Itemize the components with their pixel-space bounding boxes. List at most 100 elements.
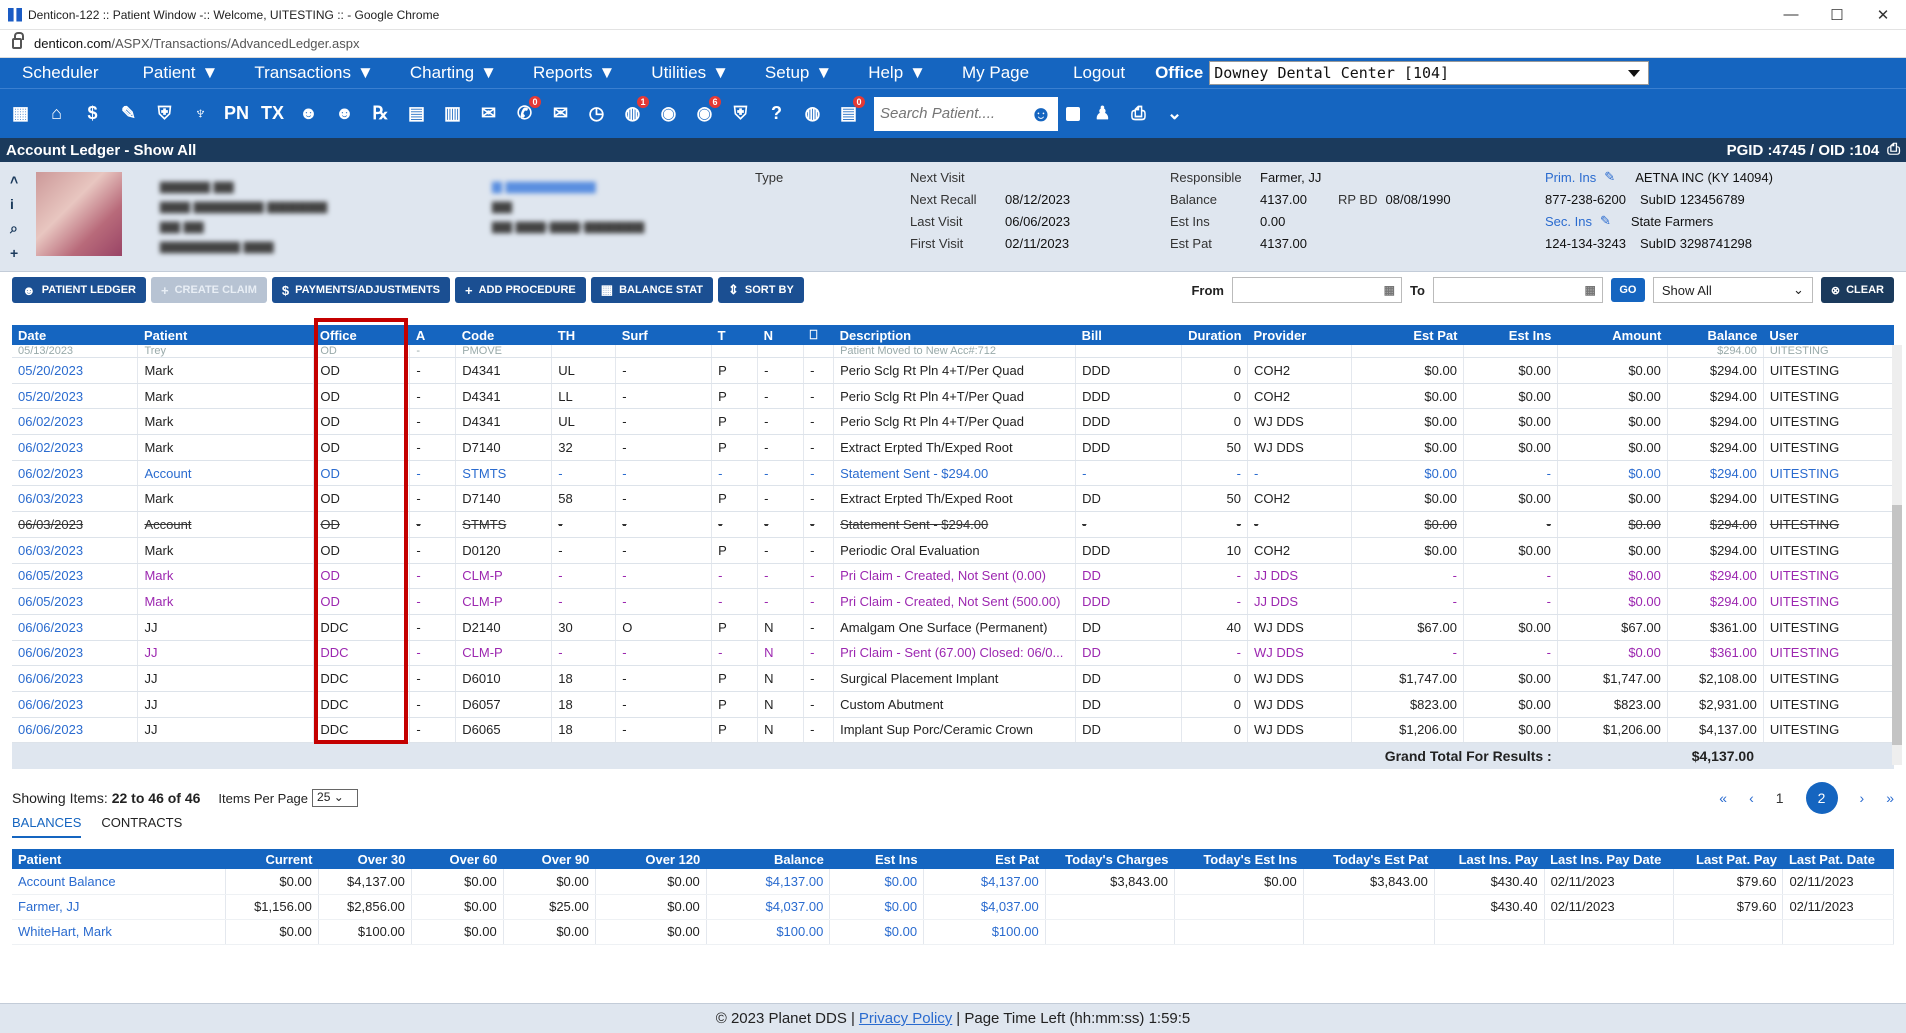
column-header[interactable]: Surf [615,325,712,345]
to-date-input[interactable]: ▦ [1432,277,1603,303]
table-row[interactable]: 06/06/2023 JJ DDC - D6057 18- P N - Custom Abutme… [12,691,1895,718]
column-header[interactable]: Est Ins [1463,325,1558,345]
first-page-button[interactable]: « [1719,790,1727,806]
date-link[interactable]: 06/02/2023 [12,460,139,487]
calendar-icon[interactable]: ▦ [1384,283,1395,297]
tooth-chart-icon[interactable]: ⛨ [148,96,181,132]
column-header[interactable]: User [1763,325,1894,345]
calendar-icon[interactable]: ▦ [1585,283,1596,297]
printer-icon[interactable]: ⎙ [1122,96,1155,132]
column-header[interactable]: A [409,325,456,345]
maximize-icon[interactable]: ☐ [1814,6,1860,24]
address-bar[interactable]: denticon.com/ASPX/Transactions/AdvancedL… [0,30,1906,58]
column-header[interactable]: Today's Est Pat [1303,849,1435,869]
doctor-icon[interactable]: ◉ 6 [688,95,721,132]
web-search-icon[interactable]: ◍ [796,96,829,132]
date-link[interactable]: 06/06/2023 [12,691,139,718]
add-patient-icon[interactable]: ☻ [292,96,325,132]
patient-balance-link[interactable]: Account Balance [12,869,226,895]
menu-my-page[interactable]: My Page [940,63,1051,83]
table-row[interactable]: 06/03/2023 Mark OD - D0120- - P - - Periodic Oral… [12,537,1895,564]
form-icon[interactable]: ▤ 0 [832,95,865,132]
next-page-button[interactable]: › [1860,790,1865,806]
privacy-policy-link[interactable]: Privacy Policy [859,1010,952,1027]
date-link[interactable]: 06/03/2023 [12,511,139,538]
patient-balance-link[interactable]: Farmer, JJ [12,894,226,920]
table-row[interactable]: 06/03/2023 Account OD - STMTS - - - - - Statement … [12,511,1895,538]
column-header[interactable]: Over 90 [503,849,596,869]
table-row[interactable]: 06/06/2023 JJ DDC - D6010 18- P N - Surgical Plac… [12,665,1895,692]
column-header[interactable]: Description [833,325,1076,345]
column-header[interactable]: Provider [1247,325,1352,345]
column-header[interactable]: Code [455,325,552,345]
tab-balances[interactable]: BALANCES [12,815,82,838]
column-header[interactable]: Balance [1667,325,1764,345]
table-row[interactable]: 05/20/2023 Mark OD - D4341 UL - P - - Perio Sclg R… [12,357,1895,384]
patient-search-icon[interactable]: ☻ [1024,96,1058,131]
column-header[interactable]: Last Pat. Pay [1673,849,1783,869]
prev-page-button[interactable]: ‹ [1749,790,1754,806]
edit-icon[interactable]: ✎ [1604,169,1615,185]
column-header[interactable]: Today's Est Ins [1174,849,1304,869]
column-header[interactable]: T [711,325,758,345]
table-row[interactable]: 06/03/2023 Mark OD - D7140 58- P - - Extract Erpt… [12,485,1895,513]
close-icon[interactable]: ✕ [1860,6,1906,24]
table-row[interactable]: 06/02/2023 Mark OD - D4341 UL - P - - Perio Sclg R… [12,408,1895,436]
from-date-input[interactable]: ▦ [1231,277,1402,303]
home-icon[interactable]: ⌂ [40,96,73,132]
ledger-scrollbar[interactable] [1892,345,1902,765]
payments-adjustments-button[interactable]: $ PAYMENTS/ADJUSTMENTS [271,277,450,303]
sms-icon[interactable]: ✉ [544,96,577,132]
column-header[interactable]: Patient [12,849,226,869]
print-icon[interactable]: ⎙ [1887,141,1900,159]
dollar-icon[interactable]: $ [76,96,109,132]
tooth-icon[interactable]: ⛨ [724,96,757,132]
sec-ins-link[interactable]: Sec. Ins [1545,214,1592,229]
expand-icon[interactable]: ⌄ [1158,96,1191,132]
last-page-button[interactable]: » [1886,790,1894,806]
table-row[interactable]: 05/20/2023 Mark OD - D4341 LL - P - - Perio Sclg R… [12,383,1895,410]
column-header[interactable]: Est Ins [829,849,924,869]
date-link[interactable]: 06/03/2023 [12,485,139,513]
column-header[interactable]: TH [551,325,616,345]
column-header[interactable]: Patient [137,325,314,345]
minimize-icon[interactable]: — [1768,6,1814,23]
date-link[interactable]: 06/02/2023 [12,408,139,436]
column-header[interactable]: Over 120 [595,849,707,869]
filter-select[interactable]: Show All ⌄ [1652,277,1813,303]
balance-stat-button[interactable]: ▦ BALANCE STAT [590,277,713,303]
column-header[interactable]: Last Ins. Pay [1434,849,1545,869]
message-icon[interactable]: ✆ 0 [508,95,541,132]
edit-icon[interactable]: ✎ [1600,213,1611,229]
patient-search-input[interactable] [874,96,1024,131]
prim-ins-link[interactable]: Prim. Ins [1545,170,1596,185]
tx-icon[interactable]: TX [256,96,289,132]
checkbox[interactable] [1066,106,1080,121]
office-select[interactable]: Downey Dental Center [104] [1209,61,1650,85]
date-link[interactable]: 06/03/2023 [12,537,139,564]
date-link[interactable]: 05/20/2023 [12,383,139,410]
attachment-icon[interactable]: ⌕ [10,220,18,237]
scrollbar-thumb[interactable] [1892,505,1902,745]
collapse-icon[interactable]: ˄ [10,172,18,188]
column-header[interactable]: Est Pat [1351,325,1464,345]
clear-button[interactable]: ⊗ CLEAR [1820,277,1894,303]
menu-logout[interactable]: Logout [1051,63,1147,83]
notes-icon[interactable]: ▤ [400,96,433,132]
table-row[interactable]: 06/05/2023 Mark OD - CLM-P - - - - - Pri Claim - C… [12,588,1895,615]
print-doc-icon[interactable]: ▥ [436,96,469,132]
column-header[interactable]: N [757,325,804,345]
items-per-page-select[interactable]: 25 ⌄ [312,789,359,807]
sort-by-button[interactable]: ⇕ SORT BY [718,277,804,303]
date-link[interactable]: 06/06/2023 [12,640,139,667]
date-link[interactable]: 05/20/2023 [12,357,139,384]
patient-ledger-button[interactable]: ☻ PATIENT LEDGER [12,277,147,303]
page-1-button[interactable]: 1 [1776,790,1784,806]
pn-icon[interactable]: PN [220,96,253,132]
date-link[interactable]: 06/06/2023 [12,665,139,692]
table-row[interactable]: 06/02/2023 Account OD - STMTS - - - - - Statement … [12,460,1895,487]
date-link[interactable]: 06/05/2023 [12,588,139,615]
column-header[interactable]: Est Pat [923,849,1046,869]
staff-icon[interactable]: ◉ [652,96,685,132]
column-header[interactable]: Last Ins. Pay Date [1544,849,1674,869]
